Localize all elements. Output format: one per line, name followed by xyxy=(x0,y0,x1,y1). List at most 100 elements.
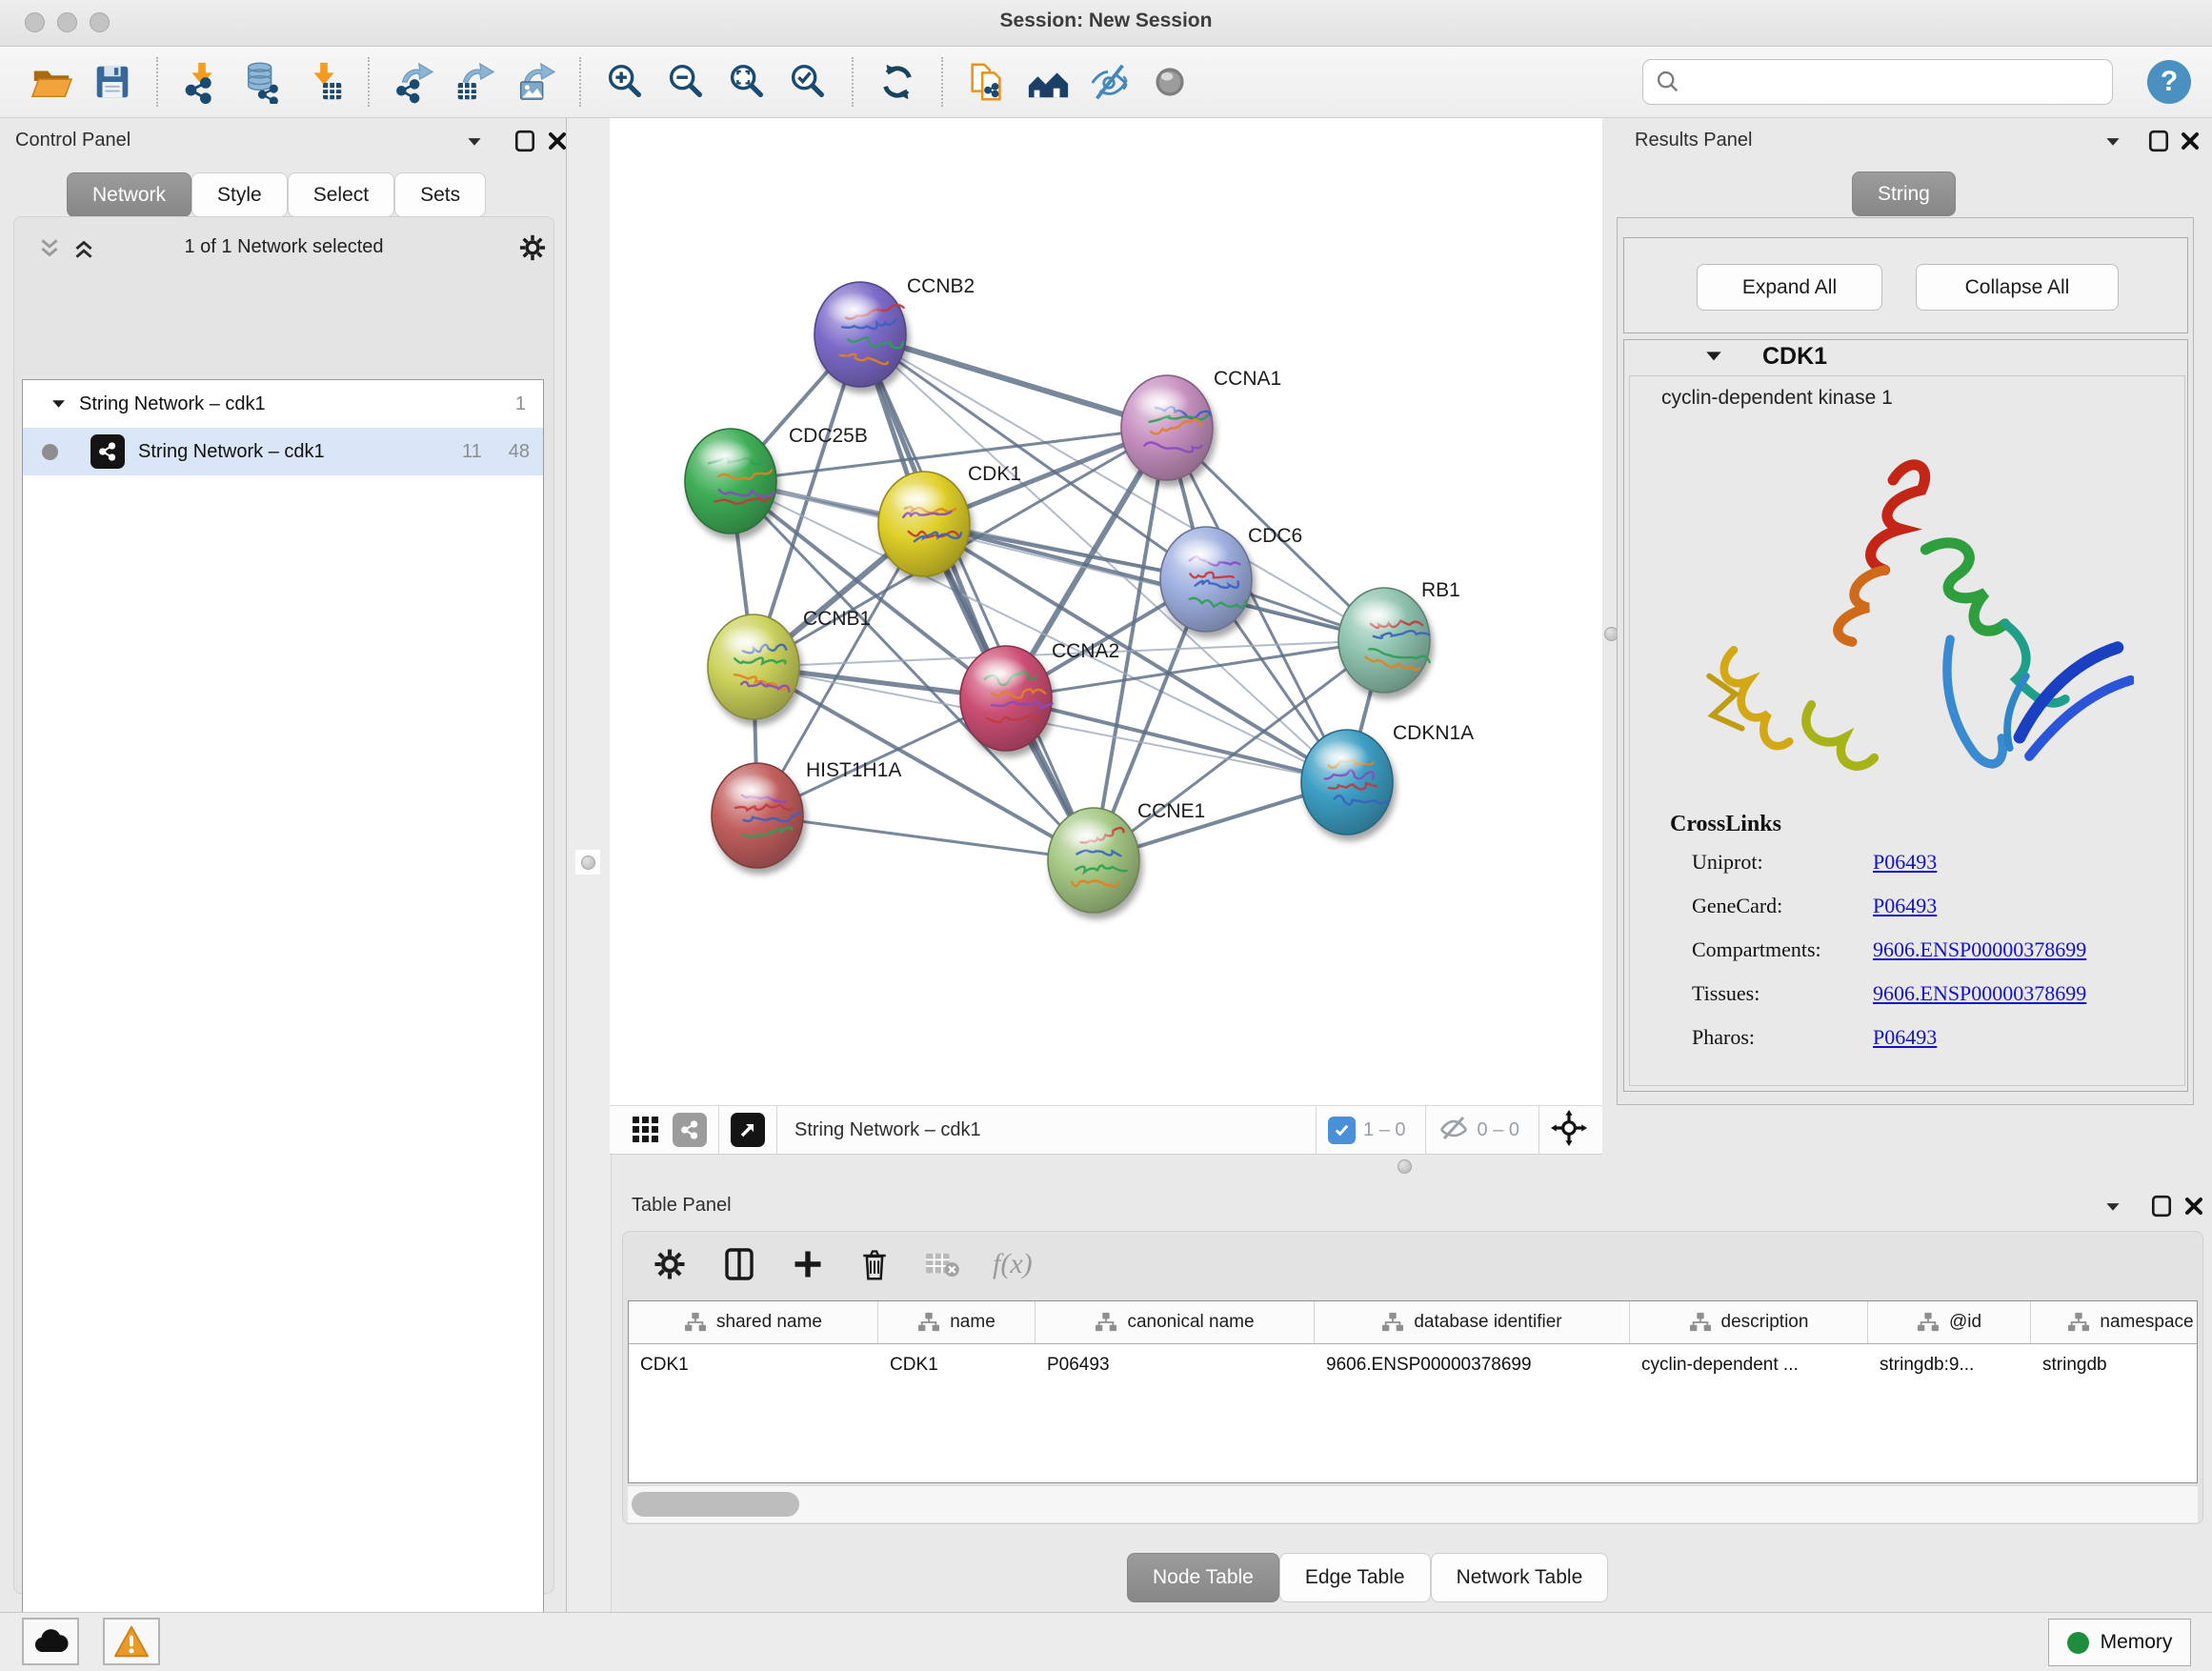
expand-all-button[interactable]: Expand All xyxy=(1697,264,1882,311)
save-session-button[interactable] xyxy=(87,55,138,109)
network-options-gear-icon[interactable] xyxy=(517,232,548,268)
tab-style[interactable]: Style xyxy=(191,172,288,217)
panel-float-icon[interactable] xyxy=(2148,130,2169,152)
import-database-icon xyxy=(241,60,285,104)
table-cell[interactable]: cyclin-dependent ... xyxy=(1630,1344,1868,1386)
add-column-icon[interactable] xyxy=(791,1247,825,1281)
column-header-shared-name[interactable]: shared name xyxy=(629,1301,878,1343)
edge-HIST1H1A-CCNE1[interactable] xyxy=(757,815,1094,860)
node-CDK1[interactable]: CDK1 xyxy=(878,463,1021,576)
hide-panels-button[interactable] xyxy=(1083,55,1135,109)
column-header-database-identifier[interactable]: database identifier xyxy=(1315,1301,1630,1343)
panel-float-icon[interactable] xyxy=(514,130,535,152)
crosslink-link[interactable]: 9606.ENSP00000378699 xyxy=(1873,937,2086,961)
crosslink-link[interactable]: 9606.ENSP00000378699 xyxy=(1873,981,2086,1005)
tab-string[interactable]: String xyxy=(1852,171,1956,216)
table-settings-gear-icon[interactable] xyxy=(652,1246,688,1282)
zoom-fit-button[interactable] xyxy=(721,55,773,109)
help-button[interactable]: ? xyxy=(2147,60,2191,104)
column-header-namespace[interactable]: namespace xyxy=(2031,1301,2198,1343)
crosslink-link[interactable]: P06493 xyxy=(1873,1025,1937,1049)
grid-view-icon[interactable] xyxy=(629,1113,663,1147)
import-database-button[interactable] xyxy=(237,55,289,109)
table-row[interactable]: CDK1CDK1P064939606.ENSP00000378699cyclin… xyxy=(629,1344,2197,1386)
show-columns-icon[interactable] xyxy=(720,1245,758,1283)
hidden-eye-icon[interactable] xyxy=(1438,1114,1470,1147)
warnings-button[interactable] xyxy=(103,1618,160,1665)
tab-edge-table[interactable]: Edge Table xyxy=(1279,1553,1431,1602)
export-image-button[interactable] xyxy=(510,55,561,109)
open-session-button[interactable] xyxy=(26,55,77,109)
cloud-status-button[interactable] xyxy=(22,1618,79,1665)
node-HIST1H1A[interactable]: HIST1H1A xyxy=(712,759,901,868)
edge-CCNB2-CCNE1[interactable] xyxy=(860,334,1094,860)
network-current-dot-icon xyxy=(42,444,58,460)
table-cell[interactable]: CDK1 xyxy=(629,1344,878,1386)
memory-button[interactable]: Memory xyxy=(2048,1619,2191,1666)
edge-CCNB2-CCNA1[interactable] xyxy=(860,334,1167,428)
network-view-canvas[interactable]: CCNB2CCNA1CDC25BCDK1CDC6RB1CCNB1CCNA2CDK… xyxy=(610,118,1602,1105)
import-table-button[interactable] xyxy=(298,55,350,109)
panel-close-icon[interactable] xyxy=(2183,1196,2204,1217)
selected-checkbox-icon[interactable] xyxy=(1328,1117,1356,1144)
horizontal-splitter-handle[interactable] xyxy=(1392,1154,1417,1178)
network-view-title: String Network – cdk1 xyxy=(794,1119,981,1141)
table-scrollbar-thumb[interactable] xyxy=(632,1492,799,1517)
left-splitter[interactable] xyxy=(566,118,612,1612)
export-network-button[interactable] xyxy=(388,55,439,109)
network-badge-gray-icon[interactable] xyxy=(673,1113,707,1147)
panel-menu-icon[interactable] xyxy=(2105,137,2121,148)
panel-close-icon[interactable] xyxy=(547,131,568,151)
toolbar-groups xyxy=(21,55,1200,109)
node-CDKN1A[interactable]: CDKN1A xyxy=(1301,722,1474,835)
tab-network[interactable]: Network xyxy=(67,172,191,217)
tree-expand-icon[interactable] xyxy=(51,393,66,415)
table-cell[interactable]: CDK1 xyxy=(878,1344,1036,1386)
crosslink-link[interactable]: P06493 xyxy=(1873,850,1937,874)
column-header-description[interactable]: description xyxy=(1630,1301,1868,1343)
horizontal-splitter[interactable] xyxy=(610,1155,1602,1178)
tab-sets[interactable]: Sets xyxy=(394,172,486,217)
tab-node-table[interactable]: Node Table xyxy=(1127,1553,1279,1602)
table-cell[interactable]: 9606.ENSP00000378699 xyxy=(1315,1344,1630,1386)
inspect-button[interactable] xyxy=(1144,55,1196,109)
string-import-button[interactable] xyxy=(961,55,1013,109)
refresh-button[interactable] xyxy=(872,55,923,109)
navigate-crosshair-icon[interactable] xyxy=(1551,1110,1587,1151)
zoom-in-button[interactable] xyxy=(599,55,651,109)
panel-float-icon[interactable] xyxy=(2151,1195,2172,1218)
table-cell[interactable]: stringdb xyxy=(2031,1344,2198,1386)
column-header-canonical-name[interactable]: canonical name xyxy=(1036,1301,1315,1343)
delete-column-icon[interactable] xyxy=(857,1246,892,1282)
tab-network-table[interactable]: Network Table xyxy=(1431,1553,1609,1602)
collapse-all-button[interactable]: Collapse All xyxy=(1916,264,2119,311)
crosslink-link[interactable]: P06493 xyxy=(1873,894,1937,917)
zoom-out-button[interactable] xyxy=(660,55,712,109)
panel-close-icon[interactable] xyxy=(2180,131,2201,151)
search-input[interactable] xyxy=(1689,62,2112,102)
table-cell[interactable]: P06493 xyxy=(1036,1344,1315,1386)
column-header--id[interactable]: @id xyxy=(1868,1301,2031,1343)
export-table-button[interactable] xyxy=(449,55,500,109)
panel-menu-icon[interactable] xyxy=(2105,1202,2121,1213)
node-CCNA1[interactable]: CCNA1 xyxy=(1121,368,1281,480)
left-splitter-handle[interactable] xyxy=(575,850,600,875)
home-button[interactable] xyxy=(1022,55,1074,109)
column-header-name[interactable]: name xyxy=(878,1301,1036,1343)
node-table[interactable]: shared namenamecanonical namedatabase id… xyxy=(628,1300,2198,1483)
panel-menu-icon[interactable] xyxy=(467,137,482,148)
table-cell[interactable]: stringdb:9... xyxy=(1868,1344,2031,1386)
string-network-graph[interactable]: CCNB2CCNA1CDC25BCDK1CDC6RB1CCNB1CCNA2CDK… xyxy=(610,118,1602,1105)
node-RB1[interactable]: RB1 xyxy=(1338,579,1460,693)
node-CCNE1[interactable]: CCNE1 xyxy=(1048,800,1205,913)
network-row-selected[interactable]: String Network – cdk1 11 48 xyxy=(23,428,543,475)
node-CCNB2[interactable]: CCNB2 xyxy=(814,275,975,387)
gene-collapse-icon[interactable] xyxy=(1705,351,1722,368)
network-collection-row[interactable]: String Network – cdk1 1 xyxy=(23,380,543,428)
table-horizontal-scrollbar[interactable] xyxy=(628,1485,2198,1522)
import-network-button[interactable] xyxy=(176,55,228,109)
search-box[interactable] xyxy=(1642,59,2113,105)
tab-select[interactable]: Select xyxy=(288,172,394,217)
zoom-selected-button[interactable] xyxy=(782,55,834,109)
birds-eye-view-icon[interactable] xyxy=(731,1113,765,1147)
